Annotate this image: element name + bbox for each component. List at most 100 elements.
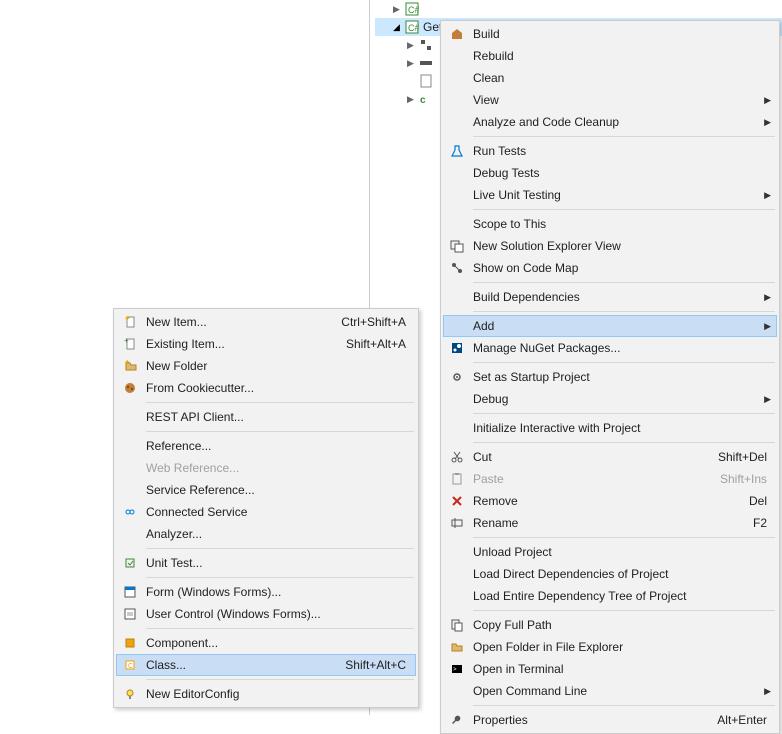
menu-item-label: Properties <box>469 713 717 727</box>
menu-separator <box>473 537 775 538</box>
codemap-icon <box>445 261 469 275</box>
class-icon: C <box>118 658 142 672</box>
menu-item[interactable]: Run Tests <box>443 140 777 162</box>
menu-item[interactable]: Service Reference... <box>116 479 416 501</box>
menu-separator <box>146 548 414 549</box>
wrench-icon <box>445 713 469 727</box>
menu-item-label: Debug Tests <box>469 166 771 180</box>
menu-item[interactable]: Analyze and Code Cleanup▶ <box>443 111 777 133</box>
submenu-arrow-icon: ▶ <box>759 95 771 106</box>
menu-shortcut: Shift+Ins <box>720 472 771 486</box>
menu-item[interactable]: Load Entire Dependency Tree of Project <box>443 585 777 607</box>
menu-separator <box>473 362 775 363</box>
svg-text:C#: C# <box>408 23 419 33</box>
menu-item-label: Manage NuGet Packages... <box>469 341 771 355</box>
menu-item[interactable]: Unload Project <box>443 541 777 563</box>
menu-item[interactable]: From Cookiecutter... <box>116 377 416 399</box>
menu-item-label: Analyze and Code Cleanup <box>469 115 759 129</box>
menu-item[interactable]: Analyzer... <box>116 523 416 545</box>
bulb-icon <box>118 687 142 701</box>
svg-text:>: > <box>453 667 457 673</box>
menu-item[interactable]: RemoveDel <box>443 490 777 512</box>
menu-item-label: Cut <box>469 450 718 464</box>
menu-item[interactable]: View▶ <box>443 89 777 111</box>
menu-item[interactable]: PropertiesAlt+Enter <box>443 709 777 731</box>
menu-shortcut: Ctrl+Shift+A <box>341 315 410 329</box>
expander-icon[interactable]: ▶ <box>407 58 419 69</box>
menu-item[interactable]: CutShift+Del <box>443 446 777 468</box>
menu-shortcut: Shift+Alt+C <box>345 658 410 672</box>
menu-item-label: Open Folder in File Explorer <box>469 640 771 654</box>
menu-item-label: Class... <box>142 658 345 672</box>
menu-item[interactable]: Component... <box>116 632 416 654</box>
menu-item[interactable]: Set as Startup Project <box>443 366 777 388</box>
tree-row[interactable]: ▶ C# <box>375 0 782 18</box>
menu-item[interactable]: Form (Windows Forms)... <box>116 581 416 603</box>
menu-item[interactable]: > Open in Terminal <box>443 658 777 680</box>
menu-item[interactable]: Debug Tests <box>443 162 777 184</box>
submenu-arrow-icon: ▶ <box>759 190 771 201</box>
new-item-icon: ✦ <box>118 315 142 329</box>
menu-item[interactable]: Unit Test... <box>116 552 416 574</box>
dependencies-icon <box>419 56 433 70</box>
expander-icon[interactable]: ◢ <box>393 22 405 33</box>
menu-item[interactable]: New EditorConfig <box>116 683 416 705</box>
svg-text:C: C <box>128 663 133 670</box>
menu-item-label: Initialize Interactive with Project <box>469 421 771 435</box>
menu-separator <box>146 679 414 680</box>
menu-separator <box>473 311 775 312</box>
menu-item[interactable]: Show on Code Map <box>443 257 777 279</box>
menu-item[interactable]: New Solution Explorer View <box>443 235 777 257</box>
menu-item-label: New Item... <box>142 315 341 329</box>
folder-icon <box>445 640 469 654</box>
menu-item[interactable]: Manage NuGet Packages... <box>443 337 777 359</box>
expander-icon[interactable]: ▶ <box>407 40 419 51</box>
cookie-icon <box>118 381 142 395</box>
menu-item[interactable]: Build Dependencies▶ <box>443 286 777 308</box>
menu-item[interactable]: ✦New Item...Ctrl+Shift+A <box>116 311 416 333</box>
menu-item[interactable]: Initialize Interactive with Project <box>443 417 777 439</box>
expander-icon[interactable]: ▶ <box>407 94 419 105</box>
menu-item[interactable]: Build <box>443 23 777 45</box>
menu-item[interactable]: Open Folder in File Explorer <box>443 636 777 658</box>
submenu-arrow-icon: ▶ <box>759 394 771 405</box>
menu-item[interactable]: REST API Client... <box>116 406 416 428</box>
menu-item[interactable]: +Existing Item...Shift+Alt+A <box>116 333 416 355</box>
existing-item-icon: + <box>118 337 142 351</box>
remove-icon <box>445 494 469 508</box>
menu-item[interactable]: Debug▶ <box>443 388 777 410</box>
gear-icon <box>445 370 469 384</box>
menu-shortcut: Del <box>749 494 771 508</box>
menu-item-label: Run Tests <box>469 144 771 158</box>
menu-item[interactable]: ✦New Folder <box>116 355 416 377</box>
menu-item[interactable]: C Class...Shift+Alt+C <box>116 654 416 676</box>
menu-item-label: Build <box>469 27 771 41</box>
terminal-icon: > <box>445 662 469 676</box>
menu-item[interactable]: Live Unit Testing▶ <box>443 184 777 206</box>
flask-icon <box>445 144 469 158</box>
menu-shortcut: F2 <box>753 516 771 530</box>
svg-text:C#: C# <box>408 5 419 15</box>
menu-item[interactable]: RenameF2 <box>443 512 777 534</box>
menu-item[interactable]: Scope to This <box>443 213 777 235</box>
menu-item-label: Open in Terminal <box>469 662 771 676</box>
menu-item[interactable]: Connected Service <box>116 501 416 523</box>
menu-item[interactable]: Reference... <box>116 435 416 457</box>
menu-item[interactable]: Load Direct Dependencies of Project <box>443 563 777 585</box>
menu-item-label: New Folder <box>142 359 410 373</box>
svg-text:c: c <box>420 95 426 106</box>
menu-item-label: Service Reference... <box>142 483 410 497</box>
component-icon <box>118 636 142 650</box>
menu-item[interactable]: Rebuild <box>443 45 777 67</box>
expander-icon[interactable]: ▶ <box>393 4 405 15</box>
menu-item[interactable]: Add▶ <box>443 315 777 337</box>
menu-item-label: New EditorConfig <box>142 687 410 701</box>
menu-item[interactable]: Open Command Line▶ <box>443 680 777 702</box>
menu-item[interactable]: Copy Full Path <box>443 614 777 636</box>
menu-item-label: Copy Full Path <box>469 618 771 632</box>
menu-separator <box>473 282 775 283</box>
menu-item[interactable]: Clean <box>443 67 777 89</box>
menu-item[interactable]: User Control (Windows Forms)... <box>116 603 416 625</box>
menu-item-label: Unit Test... <box>142 556 410 570</box>
new-folder-icon: ✦ <box>118 359 142 373</box>
